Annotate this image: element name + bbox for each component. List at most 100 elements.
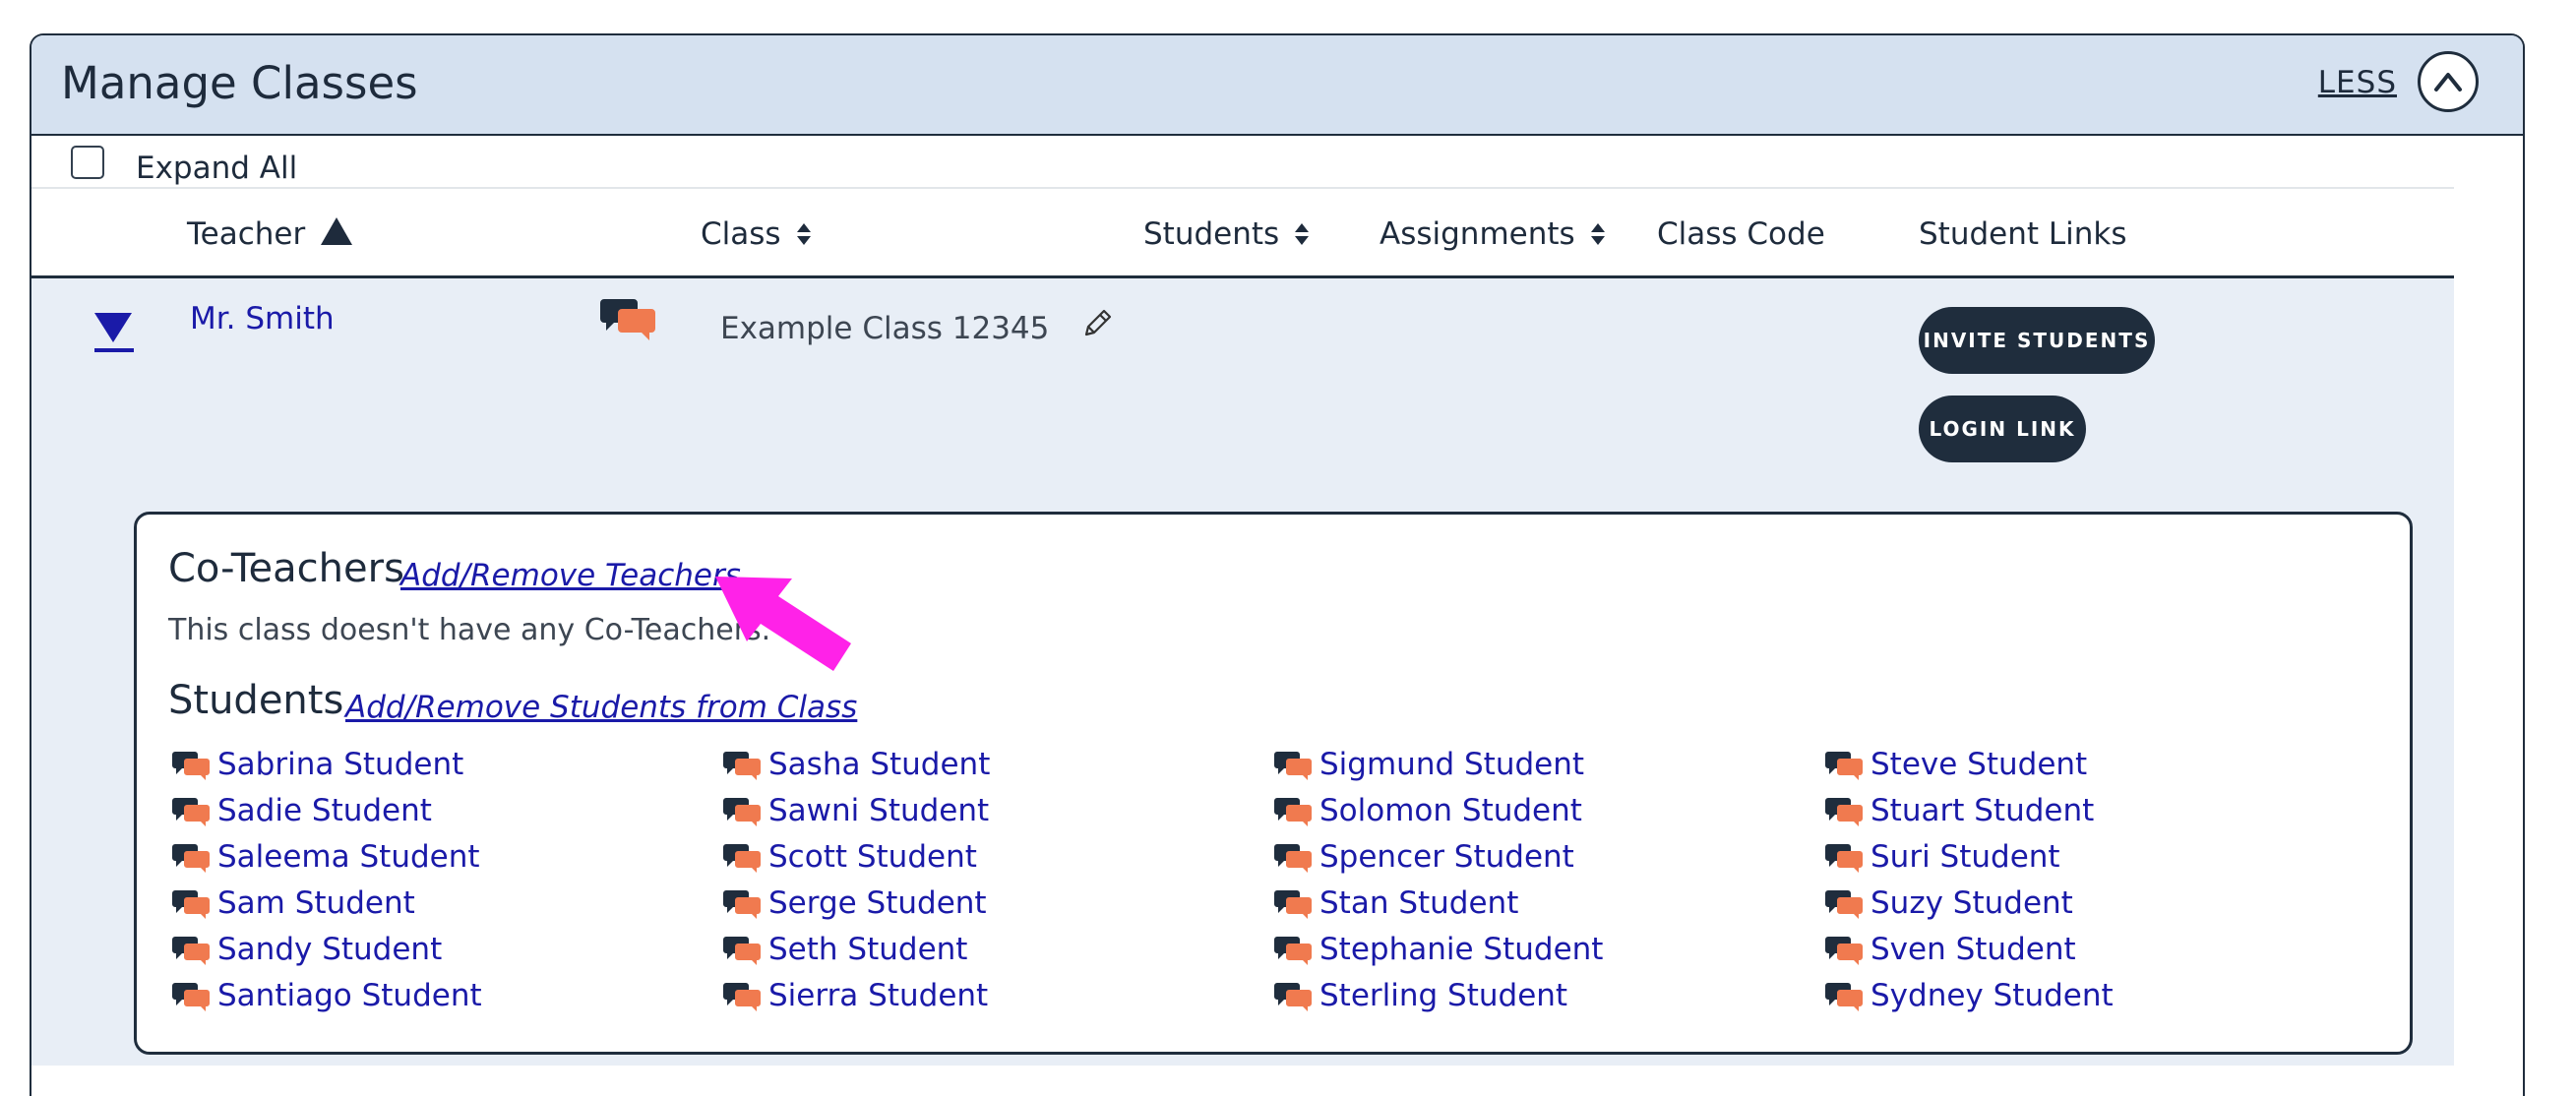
student-link[interactable]: Sawni Student: [723, 793, 989, 828]
student-link[interactable]: Solomon Student: [1274, 793, 1582, 828]
student-name: Saleema Student: [217, 839, 480, 875]
expand-all-checkbox[interactable]: [71, 146, 104, 179]
message-icon[interactable]: [1825, 980, 1865, 1011]
student-name: Sadie Student: [217, 793, 432, 828]
student-link[interactable]: Santiago Student: [172, 978, 482, 1013]
message-icon[interactable]: [723, 749, 763, 780]
student-link[interactable]: Sasha Student: [723, 747, 990, 782]
message-icon[interactable]: [1274, 795, 1314, 826]
header-class[interactable]: Class: [701, 216, 811, 252]
student-link[interactable]: Sigmund Student: [1274, 747, 1584, 782]
sort-icon: [796, 223, 811, 245]
collapse-button[interactable]: [2418, 51, 2479, 112]
student-link[interactable]: Sandy Student: [172, 932, 442, 967]
header-teacher-label: Teacher: [187, 216, 306, 252]
message-icon[interactable]: [1825, 887, 1865, 919]
message-icon[interactable]: [723, 934, 763, 965]
student-name: Sam Student: [217, 885, 415, 921]
message-icon[interactable]: [1274, 841, 1314, 873]
header-teacher[interactable]: Teacher: [187, 216, 353, 252]
students-heading: Students: [168, 678, 344, 723]
message-icon[interactable]: [172, 934, 212, 965]
message-icon[interactable]: [1825, 934, 1865, 965]
invite-students-button[interactable]: INVITE STUDENTS: [1919, 307, 2155, 374]
login-link-button[interactable]: LOGIN LINK: [1919, 396, 2086, 462]
caret-down-icon: [94, 313, 132, 342]
student-name: Solomon Student: [1319, 793, 1582, 828]
co-teachers-empty-message: This class doesn't have any Co-Teachers.: [168, 613, 771, 647]
student-name: Sierra Student: [768, 978, 989, 1013]
student-link[interactable]: Serge Student: [723, 885, 987, 921]
message-icon[interactable]: [172, 795, 212, 826]
teacher-link[interactable]: Mr. Smith: [190, 301, 335, 336]
student-link[interactable]: Steve Student: [1825, 747, 2087, 782]
message-icon[interactable]: [1274, 934, 1314, 965]
student-name: Santiago Student: [217, 978, 482, 1013]
student-link[interactable]: Sven Student: [1825, 932, 2076, 967]
student-link[interactable]: Stan Student: [1274, 885, 1518, 921]
annotation-arrow: [715, 577, 851, 671]
message-icon[interactable]: [172, 749, 212, 780]
student-name: Sven Student: [1871, 932, 2076, 967]
student-name: Suri Student: [1871, 839, 2060, 875]
student-link[interactable]: Sterling Student: [1274, 978, 1567, 1013]
message-icon[interactable]: [723, 841, 763, 873]
student-link[interactable]: Stuart Student: [1825, 793, 2094, 828]
student-link[interactable]: Sabrina Student: [172, 747, 463, 782]
student-name: Stuart Student: [1871, 793, 2095, 828]
student-link[interactable]: Stephanie Student: [1274, 932, 1603, 967]
message-icon[interactable]: [1825, 749, 1865, 780]
less-link[interactable]: LESS: [2318, 65, 2397, 100]
student-link[interactable]: Sadie Student: [172, 793, 432, 828]
message-icon[interactable]: [172, 841, 212, 873]
add-remove-students-link[interactable]: Add/Remove Students from Class: [345, 690, 857, 725]
message-icon[interactable]: [1274, 749, 1314, 780]
student-link[interactable]: Saleema Student: [172, 839, 480, 875]
student-name: Sterling Student: [1319, 978, 1568, 1013]
panel-header: Manage Classes LESS: [31, 35, 2523, 136]
sort-icon: [1295, 223, 1310, 245]
student-name: Spencer Student: [1319, 839, 1574, 875]
divider: [31, 187, 2454, 189]
header-assignments-label: Assignments: [1380, 216, 1575, 252]
message-icon[interactable]: [1825, 795, 1865, 826]
student-link[interactable]: Sierra Student: [723, 978, 988, 1013]
header-class-code-label: Class Code: [1657, 216, 1825, 252]
student-name: Stan Student: [1319, 885, 1519, 921]
edit-pencil-icon[interactable]: [1078, 307, 1114, 342]
student-link[interactable]: Suzy Student: [1825, 885, 2073, 921]
message-icon[interactable]: [600, 295, 657, 340]
student-name: Sandy Student: [217, 932, 443, 967]
header-class-code: Class Code: [1657, 216, 1825, 252]
student-name: Sawni Student: [768, 793, 990, 828]
header-assignments[interactable]: Assignments: [1380, 216, 1605, 252]
message-icon[interactable]: [172, 980, 212, 1011]
student-name: Sydney Student: [1871, 978, 2114, 1013]
student-link[interactable]: Sydney Student: [1825, 978, 2114, 1013]
chevron-up-icon: [2434, 73, 2462, 91]
sort-icon: [1590, 223, 1605, 245]
row-expand-toggle[interactable]: [94, 313, 134, 358]
message-icon[interactable]: [172, 887, 212, 919]
message-icon[interactable]: [723, 887, 763, 919]
header-student-links: Student Links: [1919, 216, 2127, 252]
message-icon[interactable]: [1825, 841, 1865, 873]
student-link[interactable]: Seth Student: [723, 932, 967, 967]
student-link[interactable]: Scott Student: [723, 839, 977, 875]
header-students[interactable]: Students: [1143, 216, 1310, 252]
student-link[interactable]: Suri Student: [1825, 839, 2060, 875]
sort-ascending-icon: [321, 217, 353, 245]
student-name: Suzy Student: [1871, 885, 2073, 921]
header-students-label: Students: [1143, 216, 1280, 252]
class-row: Mr. Smith Example Class 12345 INVITE STU…: [31, 278, 2454, 1066]
message-icon[interactable]: [723, 795, 763, 826]
message-icon[interactable]: [1274, 980, 1314, 1011]
message-icon[interactable]: [1274, 887, 1314, 919]
add-remove-teachers-link[interactable]: Add/Remove Teachers: [400, 558, 741, 593]
student-name: Sabrina Student: [217, 747, 464, 782]
student-name: Sasha Student: [768, 747, 991, 782]
student-link[interactable]: Spencer Student: [1274, 839, 1574, 875]
panel-title: Manage Classes: [61, 57, 418, 109]
student-link[interactable]: Sam Student: [172, 885, 415, 921]
message-icon[interactable]: [723, 980, 763, 1011]
